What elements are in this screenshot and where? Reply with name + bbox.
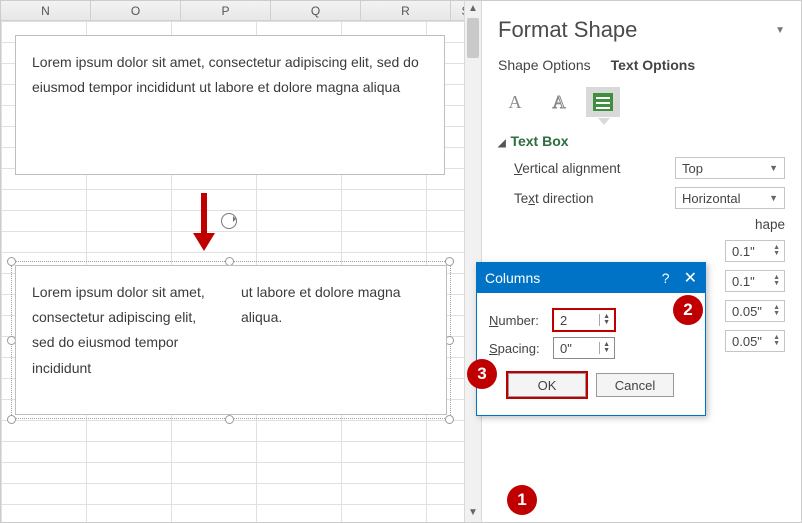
- resize-handle[interactable]: [7, 415, 16, 424]
- ok-button[interactable]: OK: [508, 373, 586, 397]
- text-fill-icon[interactable]: A: [498, 87, 532, 117]
- chevron-down-icon: ▼: [769, 193, 778, 203]
- textbox-icon[interactable]: [586, 87, 620, 117]
- col-header[interactable]: Q: [271, 1, 361, 20]
- left-margin-row: x 0.1"▲▼: [514, 240, 785, 262]
- resize-shape-row: hape: [514, 217, 785, 232]
- app-root: N O P Q R S Lorem ipsum dolor sit amet, …: [0, 0, 802, 523]
- spacing-label: Spacing:: [489, 341, 545, 356]
- tab-shape-options[interactable]: Shape Options: [498, 57, 591, 77]
- vertical-alignment-label: Vertical alignment: [514, 161, 621, 176]
- pane-title: Format Shape ▼: [498, 17, 785, 43]
- pane-title-text: Format Shape: [498, 17, 637, 43]
- l: ertical alignment: [522, 161, 620, 176]
- resize-handle[interactable]: [225, 415, 234, 424]
- text-direction-combo[interactable]: Horizontal ▼: [675, 187, 785, 209]
- scroll-up-icon[interactable]: ▲: [465, 1, 481, 18]
- spinner-arrows-icon[interactable]: ▲▼: [599, 314, 610, 326]
- vertical-alignment-combo[interactable]: Top ▼: [675, 157, 785, 179]
- scroll-down-icon[interactable]: ▼: [465, 505, 481, 522]
- shape-text: Lorem ipsum dolor sit amet, consectetur …: [32, 54, 419, 95]
- combo-value: Top: [682, 161, 703, 176]
- columns-dialog: Columns ? ✕ Number: 2 ▲▼ Spacing: 0" ▲▼ OK…: [476, 262, 706, 416]
- dialog-body: Number: 2 ▲▼ Spacing: 0" ▲▼ OK Cancel: [477, 293, 705, 415]
- section-text-box[interactable]: Text Box: [498, 133, 785, 149]
- rotate-handle-icon[interactable]: [221, 213, 237, 229]
- spin-value: 0": [560, 341, 572, 356]
- resize-shape-label-partial: hape: [755, 217, 785, 232]
- bottom-margin-spinner[interactable]: 0.05" ▲▼: [725, 330, 785, 352]
- spin-value: 0.05": [732, 304, 762, 319]
- col-header[interactable]: O: [91, 1, 181, 20]
- spinner-arrows-icon[interactable]: ▲▼: [773, 335, 780, 347]
- spin-value: 0.05": [732, 334, 762, 349]
- scroll-thumb[interactable]: [467, 18, 479, 58]
- number-spinner[interactable]: 2 ▲▼: [553, 309, 615, 331]
- combo-value: Horizontal: [682, 191, 741, 206]
- dialog-buttons: OK Cancel: [489, 365, 693, 409]
- col-header[interactable]: R: [361, 1, 451, 20]
- pane-menu-icon[interactable]: ▼: [775, 25, 785, 36]
- spreadsheet-grid[interactable]: N O P Q R S Lorem ipsum dolor sit amet, …: [1, 1, 481, 522]
- close-icon[interactable]: ✕: [684, 268, 697, 288]
- text-option-icons: A A: [498, 87, 785, 117]
- spacing-row: Spacing: 0" ▲▼: [489, 337, 693, 359]
- annotation-1: 1: [507, 485, 537, 515]
- right-margin-spinner[interactable]: 0.1" ▲▼: [725, 270, 785, 292]
- pane-tabs: Shape Options Text Options: [498, 57, 785, 77]
- spinner-arrows-icon[interactable]: ▲▼: [773, 275, 780, 287]
- text-direction-row: Text direction Horizontal ▼: [514, 187, 785, 209]
- text-direction-label: Text direction: [514, 191, 594, 206]
- help-icon[interactable]: ?: [662, 270, 670, 286]
- spin-value: 0.1": [732, 244, 755, 259]
- cancel-button[interactable]: Cancel: [596, 373, 674, 397]
- spin-value: 0.1": [732, 274, 755, 289]
- column-headers: N O P Q R S: [1, 1, 481, 21]
- text-box-columns[interactable]: Lorem ipsum dolor sit amet, consectetur …: [15, 265, 447, 415]
- spinner-arrows-icon[interactable]: ▲▼: [773, 245, 780, 257]
- spinner-arrows-icon[interactable]: ▲▼: [773, 305, 780, 317]
- resize-handle[interactable]: [445, 415, 454, 424]
- spacing-spinner[interactable]: 0" ▲▼: [553, 337, 615, 359]
- dialog-titlebar[interactable]: Columns ? ✕: [477, 263, 705, 293]
- column-2-text: ut labore et dolore magna aliqua.: [241, 280, 430, 381]
- col-header[interactable]: N: [1, 1, 91, 20]
- annotation-2: 2: [673, 295, 703, 325]
- dialog-title-text: Columns: [485, 270, 540, 286]
- spinner-arrows-icon[interactable]: ▲▼: [599, 342, 610, 354]
- annotation-3: 3: [467, 359, 497, 389]
- number-row: Number: 2 ▲▼: [489, 309, 693, 331]
- text-effects-icon[interactable]: A: [542, 87, 576, 117]
- col-header[interactable]: P: [181, 1, 271, 20]
- arrow-down-icon: [195, 193, 213, 251]
- left-margin-spinner[interactable]: 0.1" ▲▼: [725, 240, 785, 262]
- tab-text-options[interactable]: Text Options: [611, 57, 696, 77]
- top-margin-spinner[interactable]: 0.05" ▲▼: [725, 300, 785, 322]
- column-1-text: Lorem ipsum dolor sit amet, consectetur …: [32, 280, 221, 381]
- text-box-single[interactable]: Lorem ipsum dolor sit amet, consectetur …: [15, 35, 445, 175]
- vertical-alignment-row: Vertical alignment Top ▼: [514, 157, 785, 179]
- chevron-down-icon: ▼: [769, 163, 778, 173]
- spin-value: 2: [560, 313, 567, 328]
- number-label: Number:: [489, 313, 545, 328]
